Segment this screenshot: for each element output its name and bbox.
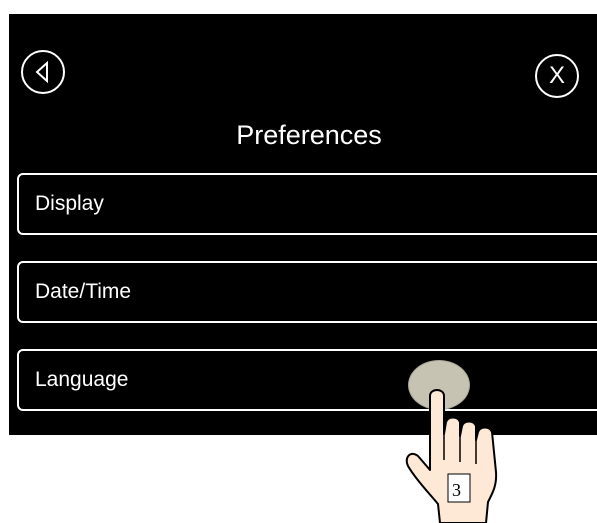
menu-item-date-time[interactable]: Date/Time bbox=[17, 261, 597, 323]
menu-item-display[interactable]: Display bbox=[17, 173, 597, 235]
pointing-hand-icon bbox=[405, 389, 498, 523]
preferences-screen: X Preferences Display Date/Time Language bbox=[9, 14, 597, 435]
menu-item-label: Language bbox=[35, 368, 129, 391]
step-number: 3 bbox=[452, 480, 461, 500]
menu-item-label: Date/Time bbox=[35, 280, 132, 303]
close-button[interactable]: X bbox=[535, 54, 579, 98]
back-triangle-icon bbox=[35, 60, 48, 84]
back-button[interactable] bbox=[21, 50, 65, 94]
close-icon: X bbox=[548, 62, 565, 89]
menu-item-label: Display bbox=[35, 192, 104, 215]
menu-item-language[interactable]: Language bbox=[17, 349, 597, 411]
page-title: Preferences bbox=[236, 120, 382, 150]
